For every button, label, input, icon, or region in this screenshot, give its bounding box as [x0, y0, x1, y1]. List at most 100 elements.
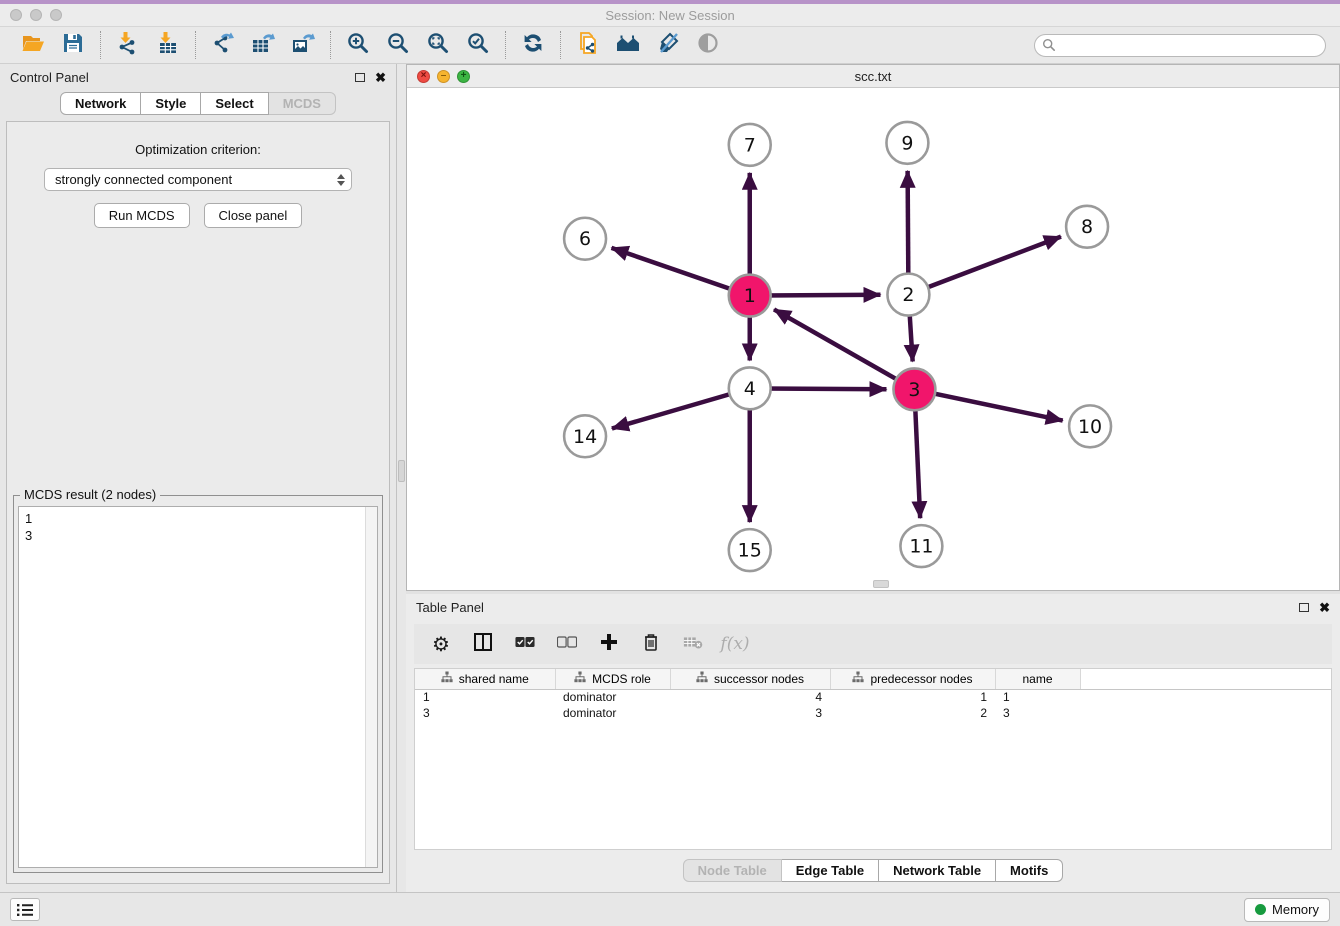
- export-table-icon: [251, 31, 275, 60]
- splitter-grip[interactable]: [398, 460, 405, 482]
- criterion-select[interactable]: strongly connected component: [44, 168, 352, 191]
- export-table-button[interactable]: [246, 30, 280, 60]
- zoom-in-button[interactable]: [341, 30, 375, 60]
- hierarchy-icon: [852, 671, 864, 686]
- network-canvas[interactable]: 1 2 3 4 6 7 8 9 10 11 14 15: [407, 88, 1339, 590]
- import-table-button[interactable]: [151, 30, 185, 60]
- checked-boxes-icon: [515, 632, 535, 657]
- table-row[interactable]: 1dominator411: [415, 689, 1331, 705]
- memory-status-icon: [1255, 904, 1266, 915]
- deselect-all-button[interactable]: [554, 631, 580, 657]
- edge-2-8[interactable]: [908, 237, 1061, 295]
- optimization-criterion-label: Optimization criterion:: [7, 142, 389, 157]
- paint-off-button[interactable]: [651, 30, 685, 60]
- zoom-in-icon: [346, 31, 370, 60]
- hierarchy-icon: [574, 671, 586, 686]
- column-header-MCDS-role[interactable]: MCDS role: [555, 669, 670, 689]
- memory-button[interactable]: Memory: [1244, 898, 1330, 922]
- save-session-button[interactable]: [56, 30, 90, 60]
- tab-network-table[interactable]: Network Table: [879, 859, 996, 882]
- node-8[interactable]: 8: [1066, 206, 1108, 248]
- vertical-splitter[interactable]: [397, 64, 406, 892]
- zoom-selected-button[interactable]: [461, 30, 495, 60]
- gear-icon: ⚙: [432, 632, 450, 657]
- tab-select[interactable]: Select: [201, 92, 268, 115]
- tab-mcds[interactable]: MCDS: [269, 92, 336, 115]
- result-scrollbar[interactable]: [365, 507, 377, 867]
- select-stepper-icon: [337, 174, 345, 186]
- column-header-predecessor-nodes[interactable]: predecessor nodes: [830, 669, 995, 689]
- node-2[interactable]: 2: [887, 274, 929, 316]
- delete-column-button[interactable]: [638, 631, 664, 657]
- search-icon: [1042, 38, 1056, 52]
- node-3[interactable]: 3: [893, 368, 935, 410]
- node-11[interactable]: 11: [900, 525, 942, 567]
- node-9[interactable]: 9: [886, 122, 928, 164]
- import-table-icon: [156, 31, 180, 60]
- column-header-shared-name[interactable]: shared name: [415, 669, 555, 689]
- node-10[interactable]: 10: [1069, 405, 1111, 447]
- svg-text:6: 6: [579, 228, 591, 250]
- function-builder-button[interactable]: f(x): [722, 631, 748, 657]
- mcds-result-text[interactable]: 1 3: [19, 507, 365, 867]
- svg-text:14: 14: [573, 426, 597, 448]
- mcds-result-title: MCDS result (2 nodes): [20, 487, 160, 502]
- close-table-panel-icon[interactable]: ✖: [1319, 601, 1330, 614]
- close-panel-button[interactable]: Close panel: [204, 203, 303, 228]
- node-1[interactable]: 1: [729, 275, 771, 317]
- refresh-button[interactable]: [516, 30, 550, 60]
- eye-disabled-icon: [696, 31, 720, 60]
- node-15[interactable]: 15: [729, 529, 771, 571]
- node-14[interactable]: 14: [564, 415, 606, 457]
- home-button[interactable]: [611, 30, 645, 60]
- import-network-button[interactable]: [111, 30, 145, 60]
- zoom-fit-button[interactable]: [421, 30, 455, 60]
- plus-icon: [599, 632, 619, 657]
- delete-table-icon: [683, 632, 703, 657]
- hierarchy-icon: [696, 671, 708, 686]
- save-session-icon: [61, 31, 85, 60]
- eye-disabled-button[interactable]: [691, 30, 725, 60]
- delete-table-button[interactable]: [680, 631, 706, 657]
- edge-3-10[interactable]: [914, 389, 1062, 420]
- tab-motifs[interactable]: Motifs: [996, 859, 1063, 882]
- refresh-icon: [521, 31, 545, 60]
- export-network-button[interactable]: [206, 30, 240, 60]
- tab-edge-table[interactable]: Edge Table: [782, 859, 879, 882]
- svg-text:3: 3: [908, 379, 920, 401]
- add-column-button[interactable]: [596, 631, 622, 657]
- tab-style[interactable]: Style: [141, 92, 201, 115]
- zoom-out-button[interactable]: [381, 30, 415, 60]
- task-history-button[interactable]: [10, 898, 40, 921]
- close-panel-icon[interactable]: ✖: [375, 71, 386, 84]
- float-panel-icon[interactable]: [355, 73, 365, 82]
- window-title: Session: New Session: [0, 8, 1340, 23]
- export-image-button[interactable]: [286, 30, 320, 60]
- node-6[interactable]: 6: [564, 218, 606, 260]
- node-4[interactable]: 4: [729, 367, 771, 409]
- show-columns-button[interactable]: [470, 631, 496, 657]
- tab-network[interactable]: Network: [60, 92, 141, 115]
- table-panel-title: Table Panel: [416, 600, 484, 615]
- table-settings-button[interactable]: ⚙: [428, 631, 454, 657]
- open-file-icon: [21, 31, 45, 60]
- toolbar-separator: [330, 31, 331, 59]
- svg-text:15: 15: [738, 540, 762, 562]
- float-table-panel-icon[interactable]: [1299, 603, 1309, 612]
- run-mcds-button[interactable]: Run MCDS: [94, 203, 190, 228]
- network-resize-grip[interactable]: [873, 580, 889, 588]
- column-header-name[interactable]: name: [995, 669, 1080, 689]
- network-graph: 1 2 3 4 6 7 8 9 10 11 14 15: [407, 88, 1339, 590]
- clone-network-icon: [576, 31, 600, 60]
- control-panel: Control Panel ✖ NetworkStyleSelectMCDS O…: [0, 64, 397, 892]
- tab-node-table[interactable]: Node Table: [683, 859, 782, 882]
- table-row[interactable]: 3dominator323: [415, 705, 1331, 721]
- select-all-button[interactable]: [512, 631, 538, 657]
- column-header-successor-nodes[interactable]: successor nodes: [670, 669, 830, 689]
- node-7[interactable]: 7: [729, 124, 771, 166]
- application-window: Session: New Session: [0, 0, 1340, 926]
- clone-network-button[interactable]: [571, 30, 605, 60]
- open-file-button[interactable]: [16, 30, 50, 60]
- search-input[interactable]: [1034, 34, 1326, 57]
- edge-3-1[interactable]: [774, 309, 914, 389]
